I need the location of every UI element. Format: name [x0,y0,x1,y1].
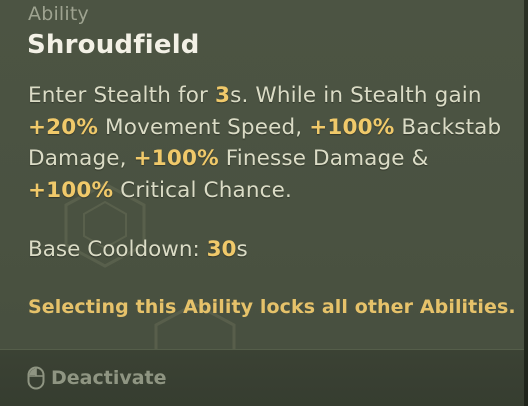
movement-speed-value: +20% [28,114,99,140]
description-text: s. While in Stealth gain [230,83,482,108]
cooldown-label: Base Cooldown: [28,237,207,262]
description-text: Movement Speed, [98,114,310,140]
deactivate-label: Deactivate [51,367,167,389]
description-text: Finesse Damage & [218,146,429,171]
tooltip-edge [524,0,528,406]
ability-category-label: Ability [28,3,89,25]
cooldown-value: 30 [206,237,237,262]
tooltip-footer: Deactivate [0,349,528,406]
critical-chance-value: +100% [28,177,114,203]
ability-tooltip: Ability Shroudfield Enter Stealth for 3s… [0,0,528,406]
ability-title: Shroudfield [27,30,200,60]
description-text: Enter Stealth for [28,83,215,108]
backstab-damage-value: +100% [309,114,395,140]
description-text: Critical Chance. [113,177,292,203]
stealth-duration-value: 3 [214,83,231,108]
finesse-damage-value: +100% [133,146,219,171]
base-cooldown: Base Cooldown: 30s [28,237,248,262]
cooldown-unit: s [236,237,248,262]
ability-description: Enter Stealth for 3s. While in Stealth g… [28,80,518,206]
mouse-icon [27,366,45,390]
deactivate-action[interactable]: Deactivate [27,366,167,390]
ability-lock-warning: Selecting this Ability locks all other A… [28,296,516,318]
